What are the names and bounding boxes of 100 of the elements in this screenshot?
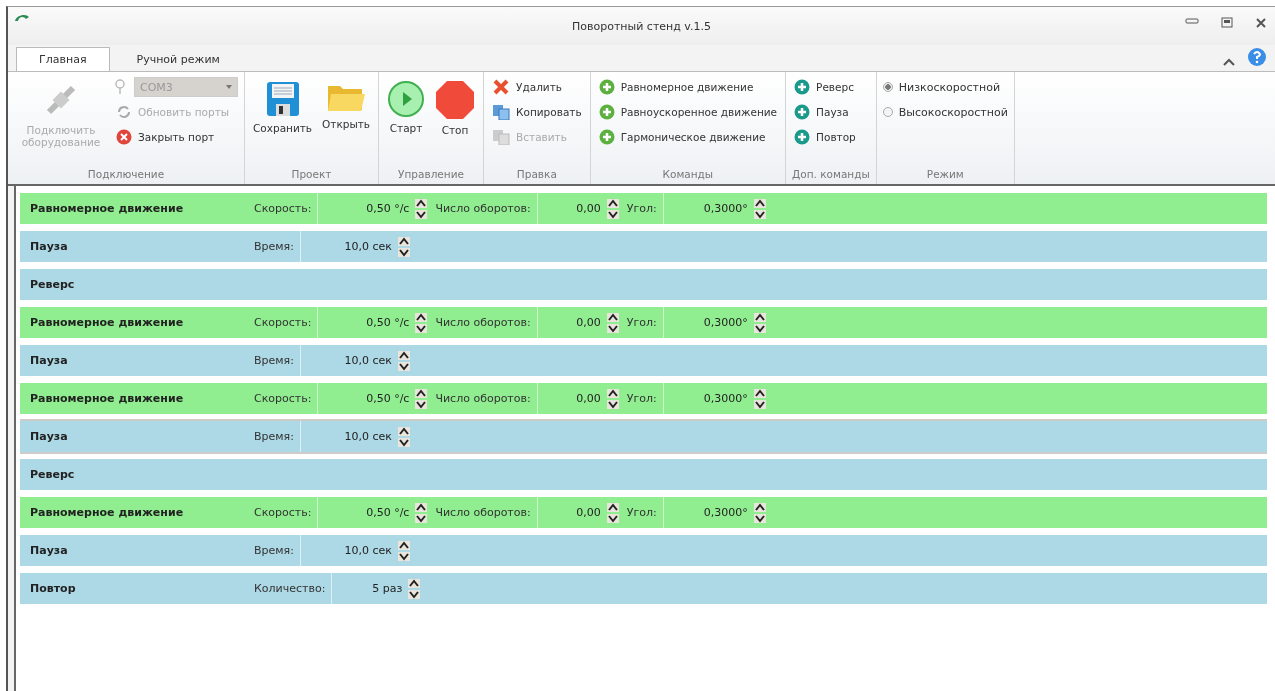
group-label: Доп. команды [792,168,870,182]
value-field[interactable]: 0,00 [536,307,605,338]
command-row[interactable]: Равномерное движение Скорость: 0,50 °/с Число оборотов: 0,00 Угол: 0,3000° [20,383,1267,414]
increment-button[interactable] [753,312,766,322]
value-field[interactable]: 10,0 сек [299,421,396,452]
value-field[interactable]: 0,00 [536,383,605,414]
value-field[interactable]: 0,00 [536,193,605,224]
increment-button[interactable] [606,502,619,512]
decrement-button[interactable] [606,323,619,333]
field-label: Время: [253,544,295,557]
decrement-button[interactable] [606,399,619,409]
command-row[interactable]: Повтор Количество: 5 раз [20,573,1267,604]
ribbon-button[interactable]: Копировать [490,101,584,123]
window-title: Поворотный стенд v.1.5 [572,19,711,33]
ribbon-button[interactable]: Повтор [792,126,858,148]
value-field[interactable]: 0,3000° [662,307,752,338]
increment-button[interactable] [606,388,619,398]
decrement-button[interactable] [415,209,428,219]
decrement-button[interactable] [408,589,421,599]
value-field[interactable]: 0,3000° [662,383,752,414]
close-icon[interactable] [1255,17,1267,29]
decrement-button[interactable] [397,361,410,371]
increment-button[interactable] [753,502,766,512]
ribbon-button[interactable]: Удалить [490,76,584,98]
command-row[interactable]: Пауза Время: 10,0 сек [20,345,1267,376]
ribbon-button[interactable]: Равномерное движение [596,76,780,98]
command-row[interactable]: Пауза Время: 10,0 сек [20,231,1267,262]
ribbon-button[interactable]: Гармоническое движение [596,126,780,148]
increment-button[interactable] [415,502,428,512]
ribbon-button[interactable]: Открыть [320,76,373,168]
mode-radio[interactable]: Низкоскоростной [882,76,1008,98]
value-field[interactable]: 0,50 °/с [317,193,414,224]
decrement-button[interactable] [753,513,766,523]
command-row[interactable]: Равномерное движение Скорость: 0,50 °/с Число оборотов: 0,00 Угол: 0,3000° [20,307,1267,338]
increment-button[interactable] [606,312,619,322]
field-label: Угол: [625,202,658,215]
value-field[interactable]: 0,00 [536,497,605,528]
increment-button[interactable] [753,388,766,398]
stop-icon [435,80,476,120]
increment-button[interactable] [415,312,428,322]
decrement-button[interactable] [415,513,428,523]
ribbon-button[interactable]: Реверс [792,76,858,98]
increment-button[interactable] [397,236,410,246]
ribbon-tab[interactable]: Главная [16,47,110,71]
command-title: Пауза [30,354,69,367]
command-row[interactable]: Реверс [20,269,1267,300]
collapse-icon[interactable] [1223,57,1235,67]
decrement-button[interactable] [415,323,428,333]
decrement-button[interactable] [397,247,410,257]
paste-icon [492,129,511,145]
command-row[interactable]: Равномерное движение Скорость: 0,50 °/с Число оборотов: 0,00 Угол: 0,3000° [20,193,1267,224]
ribbon-button[interactable]: Закрыть порт [114,126,238,148]
increment-button[interactable] [753,198,766,208]
value-field[interactable]: 0,3000° [662,497,752,528]
port-icon [114,79,126,95]
ribbon-button[interactable]: Пауза [792,101,858,123]
caret-icon [226,85,232,89]
increment-button[interactable] [415,198,428,208]
decrement-button[interactable] [606,513,619,523]
increment-button[interactable] [397,540,410,550]
field-label: Время: [253,240,295,253]
ribbon-button[interactable]: Сохранить [251,76,315,168]
add-icon [598,129,615,145]
ribbon-button[interactable]: Равноускоренное движение [596,101,780,123]
decrement-button[interactable] [397,437,410,447]
command-row[interactable]: Равномерное движение Скорость: 0,50 °/с Число оборотов: 0,00 Угол: 0,3000° [20,497,1267,528]
value-field[interactable]: 0,50 °/с [317,497,414,528]
decrement-button[interactable] [753,209,766,219]
decrement-button[interactable] [606,209,619,219]
increment-button[interactable] [397,350,410,360]
ribbon-tab[interactable]: Ручной режим [113,47,243,71]
radio-circle[interactable] [882,107,893,117]
command-row[interactable]: Пауза Время: 10,0 сек [20,421,1267,452]
value-field[interactable]: 10,0 сек [299,535,396,566]
decrement-button[interactable] [753,399,766,409]
value-field[interactable]: 5 раз [331,573,407,604]
increment-button[interactable] [415,388,428,398]
value-field[interactable]: 10,0 сек [299,345,396,376]
decrement-button[interactable] [753,323,766,333]
ribbon-button[interactable]: Старт [385,76,428,168]
decrement-button[interactable] [415,399,428,409]
help-icon[interactable] [1247,47,1267,67]
command-row[interactable]: Пауза Время: 10,0 сек [20,535,1267,566]
increment-button[interactable] [397,426,410,436]
minimize-icon[interactable] [1185,17,1199,25]
radio-circle[interactable] [882,82,893,92]
decrement-button[interactable] [397,551,410,561]
field-label: Скорость: [253,392,313,405]
ribbon-button[interactable]: Стоп [433,76,478,168]
maximize-icon[interactable] [1221,17,1233,28]
value-field[interactable]: 10,0 сек [299,231,396,262]
field-label: Время: [253,354,295,367]
increment-button[interactable] [408,578,421,588]
command-row[interactable]: Реверс [20,459,1267,490]
value-field[interactable]: 0,50 °/с [317,383,414,414]
value-field[interactable]: 0,3000° [662,193,752,224]
increment-button[interactable] [606,198,619,208]
value-field[interactable]: 0,50 °/с [317,307,414,338]
mode-radio[interactable]: Высокоскоростной [882,101,1008,123]
field-label: Скорость: [253,316,313,329]
